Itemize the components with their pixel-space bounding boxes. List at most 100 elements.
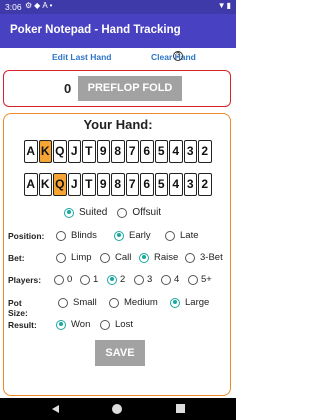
bet-option-3bet[interactable]: 3-Bet (185, 252, 223, 263)
card-7[interactable]: 7 (125, 140, 139, 163)
card-q[interactable]: Q (53, 140, 67, 163)
card-4[interactable]: 4 (169, 140, 183, 163)
players-3-label: 3 (147, 274, 153, 285)
players-1-radio[interactable] (80, 274, 90, 285)
result-label: Result: (8, 320, 37, 330)
players-option-4[interactable]: 4 (161, 274, 179, 285)
position-option-blinds[interactable]: Blinds (56, 230, 97, 241)
small-radio[interactable] (58, 297, 68, 308)
pot-option-large[interactable]: Large (170, 297, 209, 308)
late-radio[interactable] (165, 230, 175, 241)
players-3-radio[interactable] (134, 274, 144, 285)
card-j[interactable]: J (67, 173, 81, 196)
early-radio[interactable] (114, 230, 124, 241)
3bet-label: 3-Bet (200, 252, 223, 263)
limp-label: Limp (71, 252, 92, 263)
medium-radio[interactable] (109, 297, 119, 308)
card-8[interactable]: 8 (111, 173, 125, 196)
players-label: Players: (8, 275, 42, 285)
status-time: 3:06 (5, 2, 22, 12)
card-9[interactable]: 9 (96, 173, 110, 196)
large-label: Large (185, 297, 210, 308)
players-option-2[interactable]: 2 (107, 274, 125, 285)
bet-label: Bet: (8, 253, 25, 263)
bet-option-raise[interactable]: Raise (139, 252, 178, 263)
blinds-radio[interactable] (56, 230, 66, 241)
app-title: Poker Notepad - Hand Tracking (10, 24, 181, 36)
result-box: 0 PREFLOP FOLD (3, 70, 231, 107)
card-t[interactable]: T (82, 173, 96, 196)
gear-icon: ⚙ (25, 1, 35, 10)
help-icon[interactable]: ? (173, 51, 183, 61)
save-button[interactable]: SAVE (95, 340, 145, 366)
card-j[interactable]: J (67, 140, 81, 163)
3bet-radio[interactable] (185, 252, 195, 263)
card-2[interactable]: 2 (198, 173, 212, 196)
position-label: Position: (8, 231, 45, 241)
card-row-second: AKQJT98765432 (24, 173, 213, 196)
card-5[interactable]: 5 (154, 173, 168, 196)
players-0-radio[interactable] (54, 274, 64, 285)
result-option-won[interactable]: Won (56, 319, 90, 330)
preflop-fold-button[interactable]: PREFLOP FOLD (78, 76, 182, 101)
card-t[interactable]: T (82, 140, 96, 163)
home-icon[interactable] (112, 404, 122, 414)
players-option-5plus[interactable]: 5+ (188, 274, 212, 285)
back-icon[interactable] (52, 405, 59, 413)
card-8[interactable]: 8 (111, 140, 125, 163)
wifi-icon: ▼ (217, 1, 227, 10)
lost-label: Lost (115, 319, 133, 330)
card-6[interactable]: 6 (140, 140, 154, 163)
your-hand-heading: Your Hand: (83, 117, 153, 132)
position-option-late[interactable]: Late (165, 230, 199, 241)
card-4[interactable]: 4 (169, 173, 183, 196)
pot-option-medium[interactable]: Medium (109, 297, 158, 308)
card-k[interactable]: K (38, 173, 52, 196)
suited-radio[interactable] (64, 207, 74, 218)
card-3[interactable]: 3 (183, 140, 197, 163)
large-radio[interactable] (170, 297, 180, 308)
players-5plus-label: 5+ (201, 274, 212, 285)
bet-option-call[interactable]: Call (100, 252, 131, 263)
card-5[interactable]: 5 (154, 140, 168, 163)
card-7[interactable]: 7 (125, 173, 139, 196)
players-2-radio[interactable] (107, 274, 117, 285)
offsuit-radio[interactable] (117, 207, 128, 218)
blinds-label: Blinds (71, 230, 97, 241)
players-0-label: 0 (67, 274, 73, 285)
call-radio[interactable] (100, 252, 110, 263)
bet-option-limp[interactable]: Limp (56, 252, 92, 263)
card-k[interactable]: K (38, 140, 52, 163)
raise-label: Raise (154, 252, 179, 263)
card-a[interactable]: A (24, 173, 38, 196)
position-option-early[interactable]: Early (114, 230, 151, 241)
card-a[interactable]: A (24, 140, 38, 163)
card-row-first: AKQJT98765432 (24, 140, 213, 163)
card-q[interactable]: Q (53, 173, 67, 196)
app-bar: Poker Notepad - Hand Tracking (0, 14, 236, 48)
edit-last-hand-link[interactable]: Edit Last Hand (52, 52, 112, 62)
medium-label: Medium (124, 297, 158, 308)
players-4-radio[interactable] (161, 274, 171, 285)
dot-icon: • (49, 1, 55, 10)
hand-panel: Your Hand: AKQJT98765432 AKQJT98765432 S… (3, 113, 231, 396)
won-label: Won (71, 319, 91, 330)
players-5plus-radio[interactable] (188, 274, 198, 285)
pot-option-small[interactable]: Small (58, 297, 97, 308)
players-option-3[interactable]: 3 (134, 274, 152, 285)
result-option-lost[interactable]: Lost (100, 319, 133, 330)
lost-radio[interactable] (100, 319, 110, 330)
players-option-0[interactable]: 0 (54, 274, 72, 285)
card-9[interactable]: 9 (96, 140, 110, 163)
card-6[interactable]: 6 (140, 173, 154, 196)
card-2[interactable]: 2 (198, 140, 212, 163)
limp-radio[interactable] (56, 252, 66, 263)
raise-radio[interactable] (139, 252, 149, 263)
action-links: Edit Last Hand Clear Hand ? (0, 51, 236, 66)
card-3[interactable]: 3 (183, 173, 197, 196)
won-radio[interactable] (56, 319, 66, 330)
offsuit-label: Offsuit (132, 207, 162, 218)
recents-icon[interactable] (176, 404, 185, 413)
players-1-label: 1 (93, 274, 99, 285)
players-option-1[interactable]: 1 (80, 274, 98, 285)
